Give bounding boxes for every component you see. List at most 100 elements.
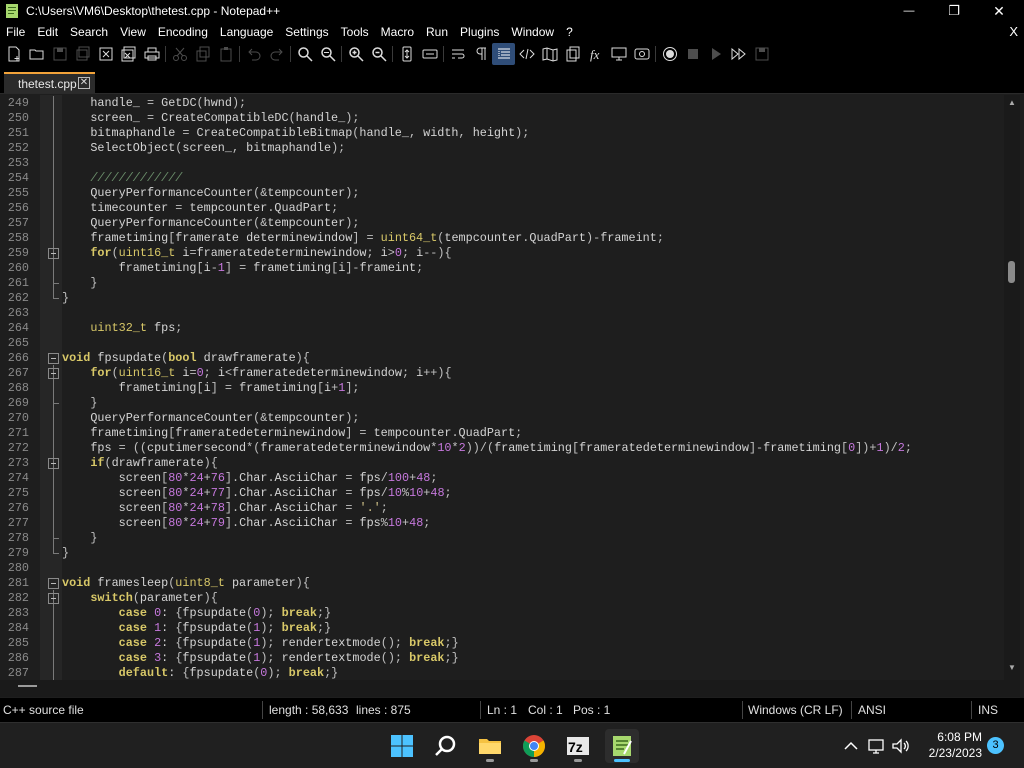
status-encoding[interactable]: ANSI bbox=[858, 703, 886, 717]
notification-badge[interactable]: 3 bbox=[987, 737, 1004, 754]
code-line[interactable]: 265 bbox=[0, 336, 1004, 351]
document-map-button[interactable] bbox=[538, 43, 561, 65]
code-line[interactable]: 257 QueryPerformanceCounter(&tempcounter… bbox=[0, 216, 1004, 231]
fold-toggle-icon[interactable] bbox=[48, 248, 59, 259]
fold-toggle-icon[interactable] bbox=[48, 353, 59, 364]
menu-window[interactable]: Window bbox=[505, 22, 560, 42]
menu-edit[interactable]: Edit bbox=[31, 22, 64, 42]
menu-encoding[interactable]: Encoding bbox=[152, 22, 214, 42]
code-editor[interactable]: 249 handle_ = GetDC(hwnd); 250 screen_ = … bbox=[0, 95, 1024, 680]
code-line[interactable]: 275 screen[80*24+77].Char.AsciiChar = fp… bbox=[0, 486, 1004, 501]
monitoring-button[interactable] bbox=[630, 43, 653, 65]
code-line[interactable]: 276 screen[80*24+78].Char.AsciiChar = '.… bbox=[0, 501, 1004, 516]
code-line[interactable]: 283 case 0: {fpsupdate(0); break;} bbox=[0, 606, 1004, 621]
save-button[interactable] bbox=[48, 43, 71, 65]
code-line[interactable]: 271 frametiming[frameratedeterminewindow… bbox=[0, 426, 1004, 441]
code-line[interactable]: 272 fps = ((cputimersecond*(frameratedet… bbox=[0, 441, 1004, 456]
fold-toggle-icon[interactable] bbox=[48, 593, 59, 604]
menu-view[interactable]: View bbox=[114, 22, 152, 42]
record-macro-button[interactable] bbox=[658, 43, 681, 65]
code-line[interactable]: 270 QueryPerformanceCounter(&tempcounter… bbox=[0, 411, 1004, 426]
find-button[interactable] bbox=[293, 43, 316, 65]
code-line[interactable]: 253 bbox=[0, 156, 1004, 171]
clock-date[interactable]: 2/23/2023 bbox=[912, 746, 982, 760]
code-line[interactable]: 278 } bbox=[0, 531, 1004, 546]
network-icon[interactable] bbox=[867, 736, 887, 756]
code-line[interactable]: 284 case 1: {fpsupdate(1); break;} bbox=[0, 621, 1004, 636]
code-line[interactable]: 264 uint32_t fps; bbox=[0, 321, 1004, 336]
menu-settings[interactable]: Settings bbox=[279, 22, 334, 42]
vertical-scroll-thumb[interactable] bbox=[1008, 261, 1015, 283]
chrome-button[interactable] bbox=[517, 729, 551, 763]
code-line[interactable]: 286 case 3: {fpsupdate(1); rendertextmod… bbox=[0, 651, 1004, 666]
maximize-button[interactable]: ❐ bbox=[931, 0, 977, 22]
code-line[interactable]: 263 bbox=[0, 306, 1004, 321]
code-line[interactable]: 280 bbox=[0, 561, 1004, 576]
save-macro-button[interactable] bbox=[750, 43, 773, 65]
code-line[interactable]: 259 for(uint16_t i=frameratedeterminewin… bbox=[0, 246, 1004, 261]
menu-file[interactable]: File bbox=[0, 22, 31, 42]
notepadpp-taskbar-button[interactable] bbox=[605, 729, 639, 763]
tab-thetest-cpp[interactable]: thetest.cpp ✕ bbox=[4, 72, 95, 93]
fold-toggle-icon[interactable] bbox=[48, 578, 59, 589]
start-button[interactable] bbox=[385, 729, 419, 763]
horizontal-scroll-thumb[interactable] bbox=[18, 685, 37, 687]
volume-icon[interactable] bbox=[891, 736, 911, 756]
zoom-out-button[interactable] bbox=[367, 43, 390, 65]
code-line[interactable]: 277 screen[80*24+79].Char.AsciiChar = fp… bbox=[0, 516, 1004, 531]
status-eol[interactable]: Windows (CR LF) bbox=[748, 703, 843, 717]
code-line[interactable]: 250 screen_ = CreateCompatibleDC(handle_… bbox=[0, 111, 1004, 126]
folder-as-workspace-button[interactable] bbox=[607, 43, 630, 65]
fold-toggle-icon[interactable] bbox=[48, 458, 59, 469]
close-file-button[interactable] bbox=[94, 43, 117, 65]
function-list-button[interactable]: fx bbox=[584, 43, 607, 65]
save-all-button[interactable] bbox=[71, 43, 94, 65]
menu-plugins[interactable]: Plugins bbox=[454, 22, 505, 42]
undo-button[interactable] bbox=[242, 43, 265, 65]
menu-run[interactable]: Run bbox=[420, 22, 454, 42]
code-line[interactable]: 268 frametiming[i] = frametiming[i+1]; bbox=[0, 381, 1004, 396]
print-button[interactable] bbox=[140, 43, 163, 65]
code-line[interactable]: 252 SelectObject(screen_, bitmaphandle); bbox=[0, 141, 1004, 156]
close-button[interactable]: ✕ bbox=[976, 0, 1022, 22]
zoom-in-button[interactable] bbox=[344, 43, 367, 65]
menu-help[interactable]: ? bbox=[560, 22, 579, 42]
code-line[interactable]: 267 for(uint16_t i=0; i<frameratedetermi… bbox=[0, 366, 1004, 381]
code-line[interactable]: 266 void fpsupdate(bool drawframerate){ bbox=[0, 351, 1004, 366]
clock-time[interactable]: 6:08 PM bbox=[912, 730, 982, 744]
play-macro-button[interactable] bbox=[704, 43, 727, 65]
menu-language[interactable]: Language bbox=[214, 22, 279, 42]
code-line[interactable]: 282 switch(parameter){ bbox=[0, 591, 1004, 606]
menu-macro[interactable]: Macro bbox=[375, 22, 420, 42]
code-line[interactable]: 249 handle_ = GetDC(hwnd); bbox=[0, 96, 1004, 111]
menu-search[interactable]: Search bbox=[64, 22, 114, 42]
scroll-up-icon[interactable]: ▲ bbox=[1007, 98, 1017, 108]
indent-guide-button[interactable] bbox=[492, 43, 515, 65]
code-line[interactable]: 256 timecounter = tempcounter.QuadPart; bbox=[0, 201, 1004, 216]
code-line[interactable]: 258 frametiming[framerate determinewindo… bbox=[0, 231, 1004, 246]
code-line[interactable]: 251 bitmaphandle = CreateCompatibleBitma… bbox=[0, 126, 1004, 141]
copy-button[interactable] bbox=[191, 43, 214, 65]
sync-vertical-button[interactable] bbox=[395, 43, 418, 65]
search-taskbar-button[interactable] bbox=[429, 729, 463, 763]
horizontal-scrollbar[interactable] bbox=[0, 680, 1020, 697]
vertical-scrollbar[interactable]: ▲ ▼ bbox=[1004, 95, 1020, 680]
code-line[interactable]: 285 case 2: {fpsupdate(1); rendertextmod… bbox=[0, 636, 1004, 651]
word-wrap-button[interactable] bbox=[446, 43, 469, 65]
paste-button[interactable] bbox=[214, 43, 237, 65]
code-line[interactable]: 261 } bbox=[0, 276, 1004, 291]
code-line[interactable]: 269 } bbox=[0, 396, 1004, 411]
tab-close-icon[interactable]: ✕ bbox=[78, 77, 90, 89]
stop-macro-button[interactable] bbox=[681, 43, 704, 65]
close-all-button[interactable] bbox=[117, 43, 140, 65]
chevron-up-icon[interactable] bbox=[841, 736, 861, 756]
show-all-characters-button[interactable] bbox=[469, 43, 492, 65]
new-file-button[interactable] bbox=[2, 43, 25, 65]
code-line[interactable]: 287 default: {fpsupdate(0); break;} bbox=[0, 666, 1004, 680]
code-line[interactable]: 281 void framesleep(uint8_t parameter){ bbox=[0, 576, 1004, 591]
scroll-down-icon[interactable]: ▼ bbox=[1007, 663, 1017, 673]
file-explorer-button[interactable] bbox=[473, 729, 507, 763]
cut-button[interactable] bbox=[168, 43, 191, 65]
close-document-button[interactable]: X bbox=[1009, 22, 1018, 42]
status-insert-mode[interactable]: INS bbox=[978, 703, 998, 717]
